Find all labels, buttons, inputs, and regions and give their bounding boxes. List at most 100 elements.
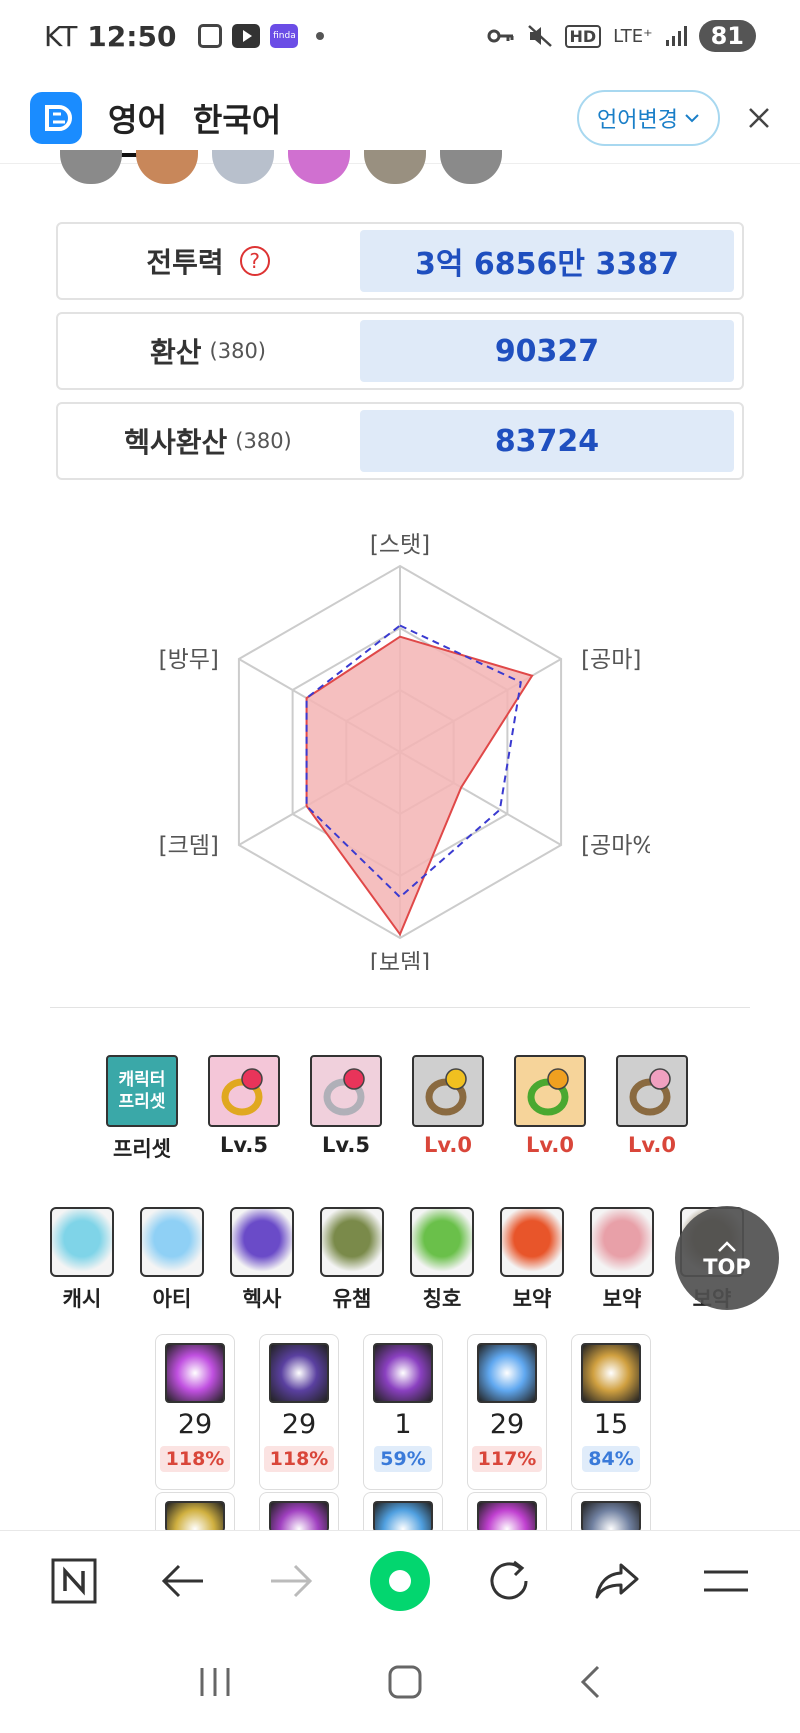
hamburger-icon [703, 1570, 748, 1591]
refresh-button[interactable] [477, 1549, 541, 1613]
golden-portal-skill-icon [581, 1343, 641, 1403]
skill-card[interactable]: 15 84% [571, 1334, 651, 1490]
mushroom-icon [140, 1207, 204, 1277]
ring-label: Lv.0 [628, 1133, 676, 1157]
union-champion-icon [320, 1207, 384, 1277]
skill-card[interactable] [363, 1492, 443, 1532]
ring-label: Lv.0 [526, 1133, 574, 1157]
skill-card[interactable] [155, 1492, 235, 1532]
ring-silver-red-icon [310, 1055, 382, 1127]
status-bar: KT 12:50 finda HD LTE⁺ 81 [0, 0, 800, 72]
ice-crystal-skill-icon [477, 1343, 537, 1403]
scroll-top-button[interactable]: TOP [675, 1206, 779, 1310]
cash-helmet-icon [50, 1207, 114, 1277]
recent-apps-icon[interactable] [198, 1666, 232, 1698]
help-icon[interactable]: ? [239, 246, 270, 276]
back-button[interactable] [151, 1549, 215, 1613]
app-logo-icon[interactable] [30, 91, 82, 144]
hd-icon: HD [564, 24, 602, 48]
home-icon[interactable] [387, 1664, 423, 1700]
tab-korean[interactable]: 한국어 [193, 85, 281, 151]
stat-label-text: 환산 [150, 336, 202, 369]
ring-gold-red-icon [208, 1055, 280, 1127]
ring-label: Lv.0 [424, 1133, 472, 1157]
maple-leaf-icon [500, 1207, 564, 1277]
refresh-icon [490, 1560, 528, 1599]
skill-card[interactable]: 29 118% [155, 1334, 235, 1490]
skill-level: 29 [281, 1409, 317, 1440]
skill-level: 29 [489, 1409, 525, 1440]
chevron-down-icon [685, 113, 699, 122]
key-icon [487, 29, 513, 43]
carrier-label: KT [44, 19, 78, 53]
equipment-slot[interactable]: 보약 [590, 1207, 654, 1313]
change-language-button[interactable]: 언어변경 [577, 89, 720, 146]
skill-card[interactable] [571, 1492, 651, 1532]
skill-card[interactable]: 29 117% [467, 1334, 547, 1490]
conversion-row: 환산 (380) 90327 [56, 312, 744, 390]
ring-label: Lv.5 [322, 1133, 370, 1157]
radar-axis-label: [보뎀] [370, 950, 430, 970]
naver-home-button[interactable] [42, 1549, 106, 1613]
youtube-icon [232, 24, 261, 48]
equipment-label: 보약 [602, 1287, 642, 1311]
skill-partial-1-icon [165, 1501, 225, 1532]
ring-slot[interactable]: 캐릭터 프리셋프리셋 [105, 1055, 179, 1163]
close-button[interactable] [748, 98, 770, 138]
green-dot-icon [369, 1550, 430, 1611]
equipment-slot[interactable]: 유챔 [320, 1207, 384, 1313]
forward-button[interactable] [259, 1549, 323, 1613]
clock: 12:50 [87, 19, 177, 53]
divider [50, 1007, 750, 1008]
conversion-value: 90327 [360, 320, 734, 382]
equipment-slot[interactable]: 보약 [500, 1207, 564, 1313]
radar-axis-label: [크뎀] [159, 833, 219, 859]
ring-slot[interactable]: Lv.0 [615, 1055, 689, 1163]
green-dot-button[interactable] [368, 1549, 432, 1613]
dark-orb-skill-icon [269, 1343, 329, 1403]
naver-n-icon [51, 1558, 97, 1603]
skill-card[interactable] [467, 1492, 547, 1532]
equipment-label: 캐시 [62, 1287, 102, 1311]
menu-button[interactable] [694, 1549, 758, 1613]
back-nav-icon[interactable] [578, 1664, 602, 1700]
hexa-conversion-value: 83724 [360, 410, 734, 472]
skill-partial-2-icon [269, 1501, 329, 1532]
badge-strip [60, 150, 502, 184]
ring-slot[interactable]: Lv.0 [513, 1055, 587, 1163]
close-icon [749, 107, 769, 128]
equipment-slot[interactable]: 칭호 [410, 1207, 474, 1313]
combat-power-label: 전투력 ? [58, 241, 358, 281]
equipment-label: 칭호 [422, 1287, 462, 1311]
hexa-conversion-label: 헥사환산 (380) [58, 421, 358, 461]
equipment-slot[interactable]: 아티 [140, 1207, 204, 1313]
combat-power-value: 3억 6856만 3387 [360, 230, 734, 292]
ring-slot[interactable]: Lv.0 [411, 1055, 485, 1163]
mute-icon [527, 25, 552, 47]
equipment-slot[interactable]: 헥사 [230, 1207, 294, 1313]
skill-card[interactable] [259, 1492, 339, 1532]
arrow-left-icon [161, 1564, 203, 1597]
skill-card[interactable]: 1 59% [363, 1334, 443, 1490]
equipment-slot[interactable]: 캐시 [50, 1207, 114, 1313]
skill-percent: 118% [159, 1446, 231, 1472]
skill-partial-5-icon [581, 1501, 641, 1532]
ring-slot[interactable]: Lv.5 [309, 1055, 383, 1163]
radar-axis-label: [공마%] [581, 833, 650, 859]
badge-icon [136, 150, 198, 184]
badge-icon [288, 150, 350, 184]
change-language-label: 언어변경 [597, 107, 678, 133]
share-button[interactable] [585, 1549, 649, 1613]
ring-row: 캐릭터 프리셋프리셋 Lv.5 Lv.5 Lv.0 Lv.0 Lv.0 [105, 1055, 689, 1163]
equipment-label: 보약 [512, 1287, 552, 1311]
skill-percent: 84% [582, 1446, 640, 1472]
ring-label: 프리셋 [113, 1137, 171, 1161]
stat-label-text: 헥사환산 [124, 426, 228, 459]
equipment-label: 유챔 [332, 1287, 372, 1311]
ring-slot[interactable]: Lv.5 [207, 1055, 281, 1163]
skill-row: 29 118% 29 118% 1 59% 29 117% 15 84% [155, 1334, 651, 1490]
character-preset-icon: 캐릭터 프리셋 [106, 1055, 178, 1127]
screenshot-icon [198, 24, 223, 48]
skill-card[interactable]: 29 118% [259, 1334, 339, 1490]
tab-english[interactable]: 영어 [108, 85, 167, 157]
